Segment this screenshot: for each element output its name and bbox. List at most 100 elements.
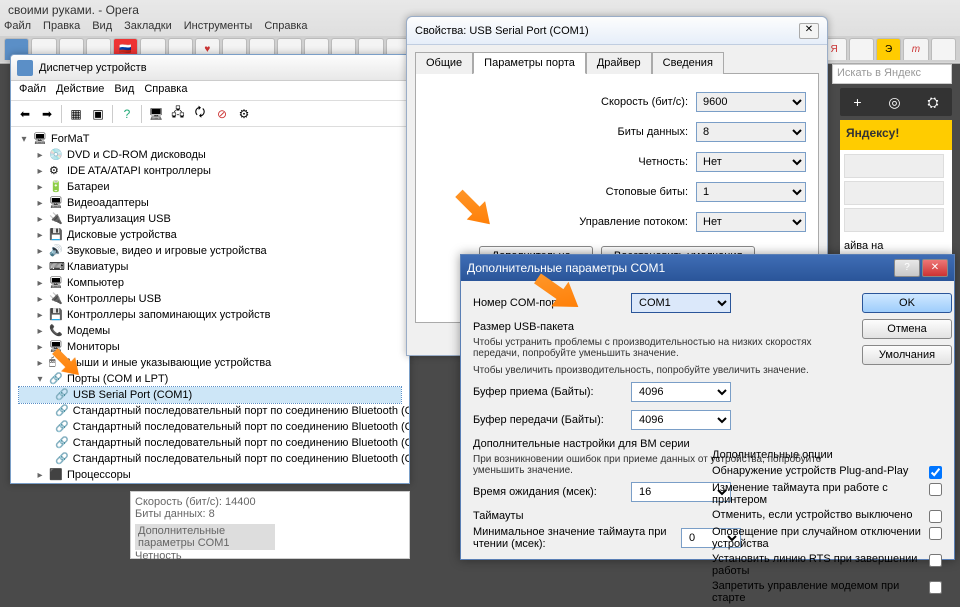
opt-pnp-label: Обнаружение устройств Plug-and-Play bbox=[712, 465, 923, 477]
defaults-button[interactable]: Умолчания bbox=[862, 345, 952, 365]
view2-icon[interactable]: ▣ bbox=[88, 104, 108, 124]
ok-button[interactable]: OK bbox=[862, 293, 952, 313]
speed-label: Скорость (бит/с): bbox=[428, 96, 688, 108]
tree-root[interactable]: ▾🖥ForMaT bbox=[19, 131, 401, 147]
opt-rts-label: Установить линию RTS при завершении рабо… bbox=[712, 553, 923, 577]
browser-tab[interactable]: m bbox=[903, 38, 928, 60]
device-manager-window: Диспетчер устройств Файл Действие Вид Сп… bbox=[10, 54, 410, 484]
back-icon[interactable]: ⬅ bbox=[15, 104, 35, 124]
target-icon[interactable]: ◎ bbox=[888, 94, 900, 111]
usb-desc-1: Чтобы устранить проблемы с производитель… bbox=[473, 337, 852, 359]
browser-tab[interactable] bbox=[931, 38, 956, 60]
flowcontrol-select[interactable]: Нет bbox=[696, 212, 806, 232]
tree-node[interactable]: ▸⌨Клавиатуры bbox=[19, 259, 401, 275]
menu-edit[interactable]: Правка bbox=[43, 20, 80, 32]
browser-window-title: своими руками. - Opera bbox=[8, 3, 139, 17]
device-tree[interactable]: ▾🖥ForMaT ▸💿DVD и CD-ROM дисководы ▸⚙IDE … bbox=[11, 127, 409, 481]
tree-node[interactable]: ▸⬛Процессоры bbox=[19, 467, 401, 481]
browser-tab[interactable] bbox=[849, 38, 874, 60]
menu-tools[interactable]: Инструменты bbox=[184, 20, 253, 32]
tree-node[interactable]: ▸💿DVD и CD-ROM дисководы bbox=[19, 147, 401, 163]
browser-tab[interactable]: Э bbox=[876, 38, 901, 60]
refresh-icon[interactable]: 🗘 bbox=[190, 104, 210, 124]
menu-help[interactable]: Справка bbox=[264, 20, 307, 32]
tree-node[interactable]: ▸🖥Мониторы bbox=[19, 339, 401, 355]
opt-cancel-off-label: Отменить, если устройство выключено bbox=[712, 509, 923, 521]
tab-port-settings[interactable]: Параметры порта bbox=[473, 52, 586, 74]
opt-printer-checkbox[interactable] bbox=[929, 483, 942, 496]
com-port-num-select[interactable]: COM1 bbox=[631, 293, 731, 313]
devmgr-title-text: Диспетчер устройств bbox=[39, 62, 147, 74]
tab-general[interactable]: Общие bbox=[415, 52, 473, 74]
com-port-num-label: Номер COM-порта: bbox=[473, 297, 623, 309]
add-icon[interactable]: + bbox=[853, 94, 861, 110]
tree-bt-com9[interactable]: 🔗Стандартный последовательный порт по со… bbox=[19, 451, 401, 467]
props-titlebar[interactable]: Свойства: USB Serial Port (COM1) ✕ bbox=[407, 17, 827, 45]
tab-details[interactable]: Сведения bbox=[652, 52, 724, 74]
tree-bt-com8[interactable]: 🔗Стандартный последовательный порт по со… bbox=[19, 435, 401, 451]
tree-usb-serial-com1[interactable]: 🔗USB Serial Port (COM1) bbox=[19, 387, 401, 403]
close-icon[interactable]: ✕ bbox=[799, 23, 819, 39]
help-icon[interactable]: ? bbox=[117, 104, 137, 124]
flowcontrol-label: Управление потоком: bbox=[428, 216, 688, 228]
update-icon[interactable]: ⚙ bbox=[234, 104, 254, 124]
tree-node[interactable]: ▸💾Контроллеры запоминающих устройств bbox=[19, 307, 401, 323]
yandex-banner: Яндексу! bbox=[840, 120, 952, 150]
close-icon[interactable]: ✕ bbox=[922, 259, 948, 277]
devmgr-menu-bar: Файл Действие Вид Справка bbox=[11, 81, 409, 101]
tree-node[interactable]: ▸🖥Компьютер bbox=[19, 275, 401, 291]
tree-node[interactable]: ▸💾Дисковые устройства bbox=[19, 227, 401, 243]
opt-notify-checkbox[interactable] bbox=[929, 527, 942, 540]
fwd-icon[interactable]: ➡ bbox=[37, 104, 57, 124]
tree-node[interactable]: ▸📞Модемы bbox=[19, 323, 401, 339]
page-toolbar: + ◎ ⛭ bbox=[840, 88, 952, 116]
tree-bt-com5[interactable]: 🔗Стандартный последовательный порт по со… bbox=[19, 419, 401, 435]
uninstall-icon[interactable]: ⊘ bbox=[212, 104, 232, 124]
tree-node[interactable]: ▸🔋Батареи bbox=[19, 179, 401, 195]
opt-modem-checkbox[interactable] bbox=[929, 581, 942, 594]
tree-node[interactable]: ▸⚙IDE ATA/ATAPI контроллеры bbox=[19, 163, 401, 179]
advcom-titlebar[interactable]: Дополнительные параметры COM1 ? ✕ bbox=[461, 255, 954, 281]
tree-node[interactable]: ▸🔌Контроллеры USB bbox=[19, 291, 401, 307]
tree-node[interactable]: ▸🔌Виртуализация USB bbox=[19, 211, 401, 227]
databits-select[interactable]: 8 bbox=[696, 122, 806, 142]
advcom-title-text: Дополнительные параметры COM1 bbox=[467, 261, 894, 275]
tree-bt-com4[interactable]: 🔗Стандартный последовательный порт по со… bbox=[19, 403, 401, 419]
thumbnail[interactable] bbox=[844, 181, 944, 205]
menu-view[interactable]: Вид bbox=[114, 83, 134, 98]
background-thumbnail: Скорость (бит/с): 14400 Биты данных: 8 Д… bbox=[130, 491, 410, 559]
send-buffer-label: Буфер передачи (Байты): bbox=[473, 414, 623, 426]
props-icon[interactable]: 🖧 bbox=[168, 104, 188, 124]
tree-node[interactable]: ▸🖥Видеоадаптеры bbox=[19, 195, 401, 211]
opt-notify-label: Оповещение при случайном отключении устр… bbox=[712, 526, 923, 550]
tab-driver[interactable]: Драйвер bbox=[586, 52, 652, 74]
menu-action[interactable]: Действие bbox=[56, 83, 104, 98]
speed-select[interactable]: 9600 bbox=[696, 92, 806, 112]
opt-rts-checkbox[interactable] bbox=[929, 554, 942, 567]
thumbnail[interactable] bbox=[844, 208, 944, 232]
opt-pnp-checkbox[interactable] bbox=[929, 466, 942, 479]
thumbnail[interactable] bbox=[844, 154, 944, 178]
yandex-search-box[interactable]: Искать в Яндекс bbox=[832, 64, 952, 84]
recv-buffer-select[interactable]: 4096 bbox=[631, 382, 731, 402]
opt-cancel-off-checkbox[interactable] bbox=[929, 510, 942, 523]
menu-file[interactable]: Файл bbox=[4, 20, 31, 32]
tree-node[interactable]: ▸🔊Звуковые, видео и игровые устройства bbox=[19, 243, 401, 259]
devmgr-titlebar[interactable]: Диспетчер устройств bbox=[11, 55, 409, 81]
menu-help[interactable]: Справка bbox=[144, 83, 187, 98]
props-title-text: Свойства: USB Serial Port (COM1) bbox=[415, 25, 799, 37]
usb-desc-2: Чтобы увеличить производительность, попр… bbox=[473, 365, 852, 376]
gear-icon[interactable]: ⛭ bbox=[927, 94, 938, 111]
parity-select[interactable]: Нет bbox=[696, 152, 806, 172]
help-icon[interactable]: ? bbox=[894, 259, 920, 277]
cancel-button[interactable]: Отмена bbox=[862, 319, 952, 339]
menu-view[interactable]: Вид bbox=[92, 20, 112, 32]
menu-bookmarks[interactable]: Закладки bbox=[124, 20, 172, 32]
menu-file[interactable]: Файл bbox=[19, 83, 46, 98]
extra-opts-label: Дополнительные опции bbox=[712, 449, 942, 461]
stopbits-select[interactable]: 1 bbox=[696, 182, 806, 202]
scan-icon[interactable]: 🖥 bbox=[146, 104, 166, 124]
parity-label: Четность: bbox=[428, 156, 688, 168]
send-buffer-select[interactable]: 4096 bbox=[631, 410, 731, 430]
view-icon[interactable]: ▦ bbox=[66, 104, 86, 124]
